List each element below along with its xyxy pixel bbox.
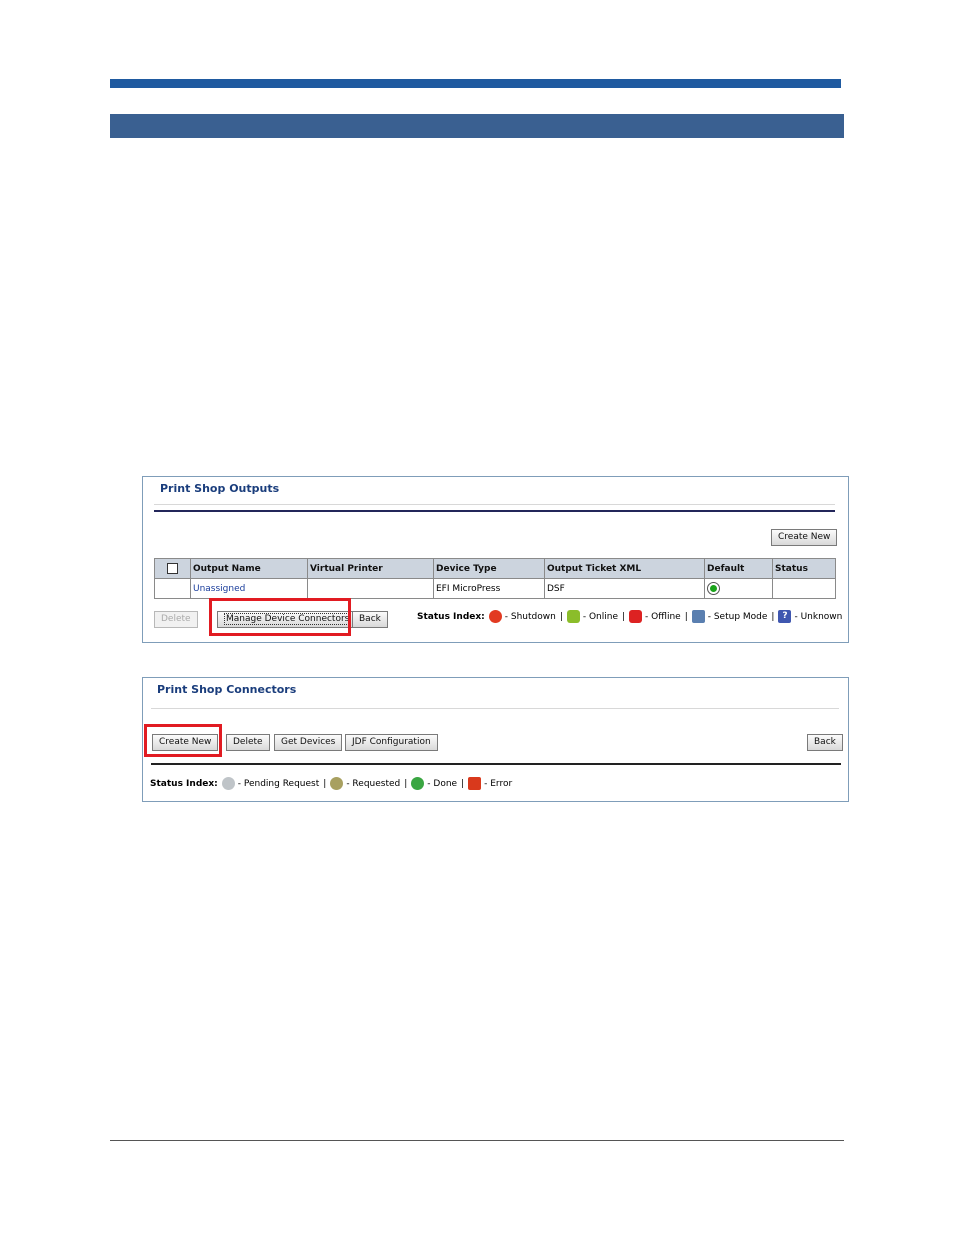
separator: |	[461, 778, 465, 789]
status-legend-text: - Requested	[346, 778, 401, 789]
outputs-table: Output Name Virtual Printer Device Type …	[154, 558, 836, 599]
status-legend-text: - Unknown	[794, 611, 843, 622]
ticket-xml-cell: DSF	[544, 578, 705, 599]
offline-icon	[629, 610, 643, 623]
status-legend-text: - Error	[484, 778, 513, 789]
header-rule	[110, 79, 841, 88]
print-shop-connectors-panel: Print Shop Connectors Create New Delete …	[142, 677, 849, 802]
select-all-cell	[154, 558, 191, 579]
separator: |	[684, 611, 688, 622]
footer-rule	[110, 1140, 844, 1141]
connectors-status-index: Status Index: - Pending Request | - Requ…	[150, 777, 512, 790]
column-header[interactable]: Device Type	[433, 558, 545, 579]
status-legend-text: - Pending Request	[237, 778, 320, 789]
divider	[154, 510, 835, 512]
status-legend-text: - Shutdown	[504, 611, 556, 622]
online-icon	[566, 610, 580, 623]
separator: |	[559, 611, 563, 622]
separator: |	[323, 778, 327, 789]
row-select-cell	[154, 578, 191, 599]
create-new-button[interactable]: Create New	[771, 529, 838, 546]
setup-mode-icon	[691, 610, 705, 623]
output-name-link[interactable]: Unassigned	[190, 578, 308, 599]
status-index-label: Status Index:	[150, 778, 218, 789]
highlight-manage-device-connectors	[209, 598, 351, 636]
get-devices-button[interactable]: Get Devices	[274, 734, 343, 751]
status-cell	[772, 578, 836, 599]
default-cell	[704, 578, 773, 599]
section-heading-bar	[110, 114, 844, 138]
back-button[interactable]: Back	[352, 611, 388, 628]
highlight-create-new	[144, 724, 222, 757]
shutdown-icon	[488, 610, 502, 623]
virtual-printer-cell	[307, 578, 434, 599]
column-header[interactable]: Default	[704, 558, 773, 579]
divider	[151, 763, 841, 765]
done-icon	[411, 777, 425, 790]
back-button[interactable]: Back	[807, 734, 843, 751]
device-type-cell: EFI MicroPress	[433, 578, 545, 599]
column-header[interactable]: Virtual Printer	[307, 558, 434, 579]
divider	[151, 708, 839, 709]
pending-request-icon	[221, 777, 235, 790]
outputs-status-index: Status Index: - Shutdown | - Online | - …	[417, 610, 842, 623]
status-legend-text: - Online	[582, 611, 618, 622]
separator: |	[622, 611, 626, 622]
divider	[154, 504, 835, 505]
panel-title: Print Shop Outputs	[160, 482, 280, 495]
requested-icon	[330, 777, 344, 790]
status-legend-text: - Offline	[645, 611, 681, 622]
column-header[interactable]: Status	[772, 558, 836, 579]
panel-title: Print Shop Connectors	[157, 683, 297, 696]
table-row: Unassigned EFI MicroPress DSF	[154, 578, 836, 599]
separator: |	[771, 611, 775, 622]
select-all-checkbox[interactable]	[167, 563, 178, 574]
delete-button[interactable]: Delete	[154, 611, 198, 628]
table-header-row: Output Name Virtual Printer Device Type …	[154, 558, 836, 579]
separator: |	[404, 778, 408, 789]
unknown-icon: ?	[778, 610, 792, 623]
status-legend-text: - Setup Mode	[707, 611, 768, 622]
column-header[interactable]: Output Name	[190, 558, 308, 579]
default-radio[interactable]	[707, 582, 720, 595]
column-header[interactable]: Output Ticket XML	[544, 558, 705, 579]
delete-button[interactable]: Delete	[226, 734, 270, 751]
jdf-configuration-button[interactable]: JDF Configuration	[345, 734, 438, 751]
error-icon	[468, 777, 482, 790]
status-legend-text: - Done	[427, 778, 458, 789]
status-index-label: Status Index:	[417, 611, 485, 622]
